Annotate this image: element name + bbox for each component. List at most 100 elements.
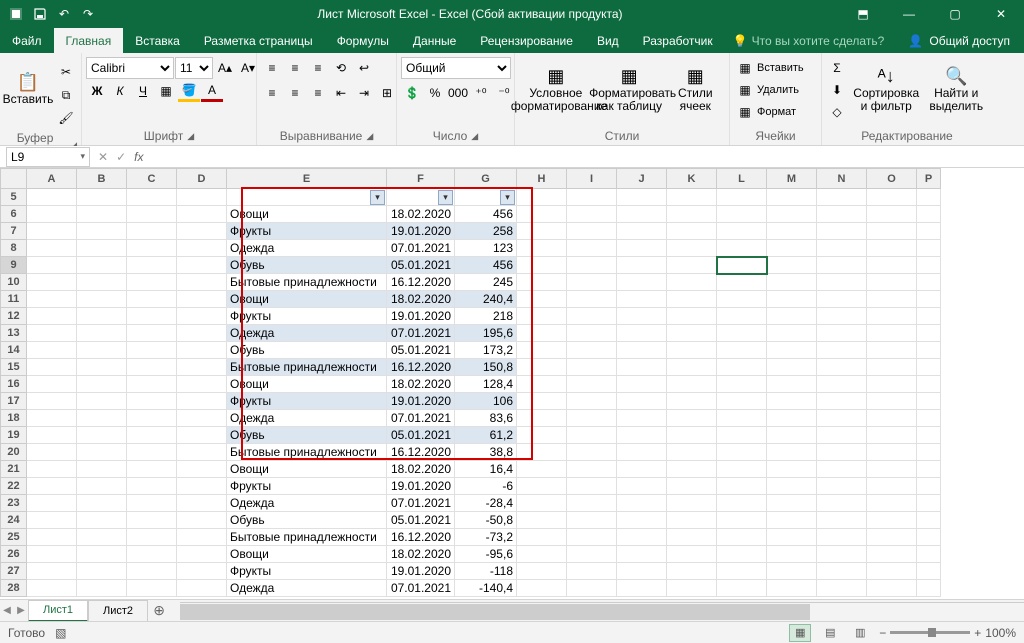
undo-icon[interactable]: ↶	[52, 2, 76, 26]
cell[interactable]	[177, 444, 227, 461]
cell[interactable]	[77, 444, 127, 461]
cell[interactable]: -73,2	[455, 529, 517, 546]
cell[interactable]	[27, 410, 77, 427]
cell[interactable]	[27, 325, 77, 342]
cell[interactable]	[127, 291, 177, 308]
cell[interactable]	[567, 240, 617, 257]
tab-home[interactable]: Главная	[54, 28, 124, 53]
cell[interactable]	[817, 240, 867, 257]
column-header[interactable]: J	[617, 169, 667, 189]
cell[interactable]: 18.02.2020	[387, 546, 455, 563]
cell[interactable]: 106	[455, 393, 517, 410]
column-header[interactable]: N	[817, 169, 867, 189]
format-cells-icon[interactable]: ▦	[734, 101, 756, 123]
cell[interactable]	[617, 274, 667, 291]
cell[interactable]	[127, 257, 177, 274]
cell[interactable]	[817, 529, 867, 546]
sheet-tab-2[interactable]: Лист2	[88, 600, 148, 622]
cell[interactable]: 16.12.2020	[387, 359, 455, 376]
cell[interactable]: Одежда	[227, 580, 387, 597]
cell[interactable]	[817, 393, 867, 410]
cell[interactable]	[567, 529, 617, 546]
align-middle-icon[interactable]: ≡	[284, 57, 306, 79]
cell[interactable]	[517, 240, 567, 257]
cell[interactable]	[567, 189, 617, 206]
horizontal-scrollbar[interactable]	[180, 602, 1024, 620]
cell[interactable]: Бытовые принадлежности	[227, 359, 387, 376]
column-header[interactable]: B	[77, 169, 127, 189]
scrollbar-thumb[interactable]	[180, 604, 810, 620]
macro-record-icon[interactable]: ▧	[55, 626, 66, 640]
cell[interactable]	[917, 274, 941, 291]
cell[interactable]	[917, 529, 941, 546]
cell[interactable]: 07.01.2021	[387, 240, 455, 257]
cell[interactable]: -6	[455, 478, 517, 495]
cell[interactable]	[717, 529, 767, 546]
maximize-button[interactable]: ▢	[932, 0, 978, 28]
cell[interactable]	[667, 410, 717, 427]
share-button[interactable]: 👤Общий доступ	[894, 28, 1024, 53]
ribbon-display-options-icon[interactable]: ⬒	[840, 0, 886, 28]
cell[interactable]: 07.01.2021	[387, 325, 455, 342]
cell[interactable]	[667, 427, 717, 444]
insert-cells-label[interactable]: Вставить	[757, 62, 804, 74]
cell[interactable]	[127, 478, 177, 495]
font-color-icon[interactable]: A	[201, 80, 223, 102]
cell[interactable]	[127, 240, 177, 257]
row-header[interactable]: 23	[1, 495, 27, 512]
cell[interactable]	[667, 359, 717, 376]
cell[interactable]: Столбец1▾	[227, 189, 387, 206]
insert-cells-icon[interactable]: ▦	[734, 57, 756, 79]
cell[interactable]	[717, 325, 767, 342]
cell[interactable]: Бытовые принадлежности	[227, 274, 387, 291]
delete-cells-label[interactable]: Удалить	[757, 84, 799, 96]
cell[interactable]	[27, 376, 77, 393]
cell[interactable]	[917, 410, 941, 427]
cell[interactable]	[667, 240, 717, 257]
cell[interactable]	[127, 461, 177, 478]
cell[interactable]	[767, 563, 817, 580]
enter-icon[interactable]: ✓	[116, 150, 126, 164]
cell[interactable]	[817, 342, 867, 359]
column-header[interactable]: P	[917, 169, 941, 189]
cell[interactable]	[867, 478, 917, 495]
row-header[interactable]: 10	[1, 274, 27, 291]
cell[interactable]: 128,4	[455, 376, 517, 393]
cell[interactable]	[27, 461, 77, 478]
cell[interactable]	[667, 206, 717, 223]
cell[interactable]	[767, 291, 817, 308]
cell[interactable]: Фрукты	[227, 223, 387, 240]
cell[interactable]: -140,4	[455, 580, 517, 597]
cell[interactable]	[127, 376, 177, 393]
cell[interactable]	[917, 563, 941, 580]
cell[interactable]	[917, 427, 941, 444]
cell[interactable]	[867, 274, 917, 291]
cell[interactable]: 19.01.2020	[387, 223, 455, 240]
row-header[interactable]: 12	[1, 308, 27, 325]
cell[interactable]	[567, 376, 617, 393]
cell[interactable]: 19.01.2020	[387, 563, 455, 580]
cell[interactable]	[27, 495, 77, 512]
cell[interactable]	[617, 410, 667, 427]
merge-cells-icon[interactable]: ⊞	[376, 82, 398, 104]
column-header[interactable]: I	[567, 169, 617, 189]
cell[interactable]	[817, 291, 867, 308]
row-header[interactable]: 18	[1, 410, 27, 427]
cell[interactable]	[917, 223, 941, 240]
cell[interactable]	[817, 580, 867, 597]
cell[interactable]	[177, 359, 227, 376]
cell[interactable]	[817, 274, 867, 291]
cell[interactable]	[27, 274, 77, 291]
cell[interactable]	[667, 376, 717, 393]
cell[interactable]	[767, 427, 817, 444]
cell[interactable]	[77, 512, 127, 529]
cell[interactable]	[127, 495, 177, 512]
bold-icon[interactable]: Ж	[86, 80, 108, 102]
cell[interactable]	[717, 189, 767, 206]
cell[interactable]	[177, 461, 227, 478]
cell[interactable]	[617, 444, 667, 461]
cell[interactable]	[717, 257, 767, 274]
cell[interactable]	[127, 444, 177, 461]
cell[interactable]	[667, 478, 717, 495]
column-header[interactable]: K	[667, 169, 717, 189]
